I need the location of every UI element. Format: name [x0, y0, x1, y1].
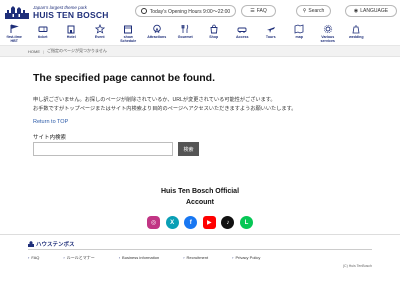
nav-item-map[interactable]: map	[285, 22, 314, 45]
faq-icon: ☰	[250, 8, 255, 14]
chevron-right-icon: ›	[63, 255, 65, 260]
footer-link-business[interactable]: › Business information	[119, 255, 171, 261]
chevron-right-icon: ›	[232, 255, 234, 260]
nav-label: ticket	[38, 35, 48, 39]
ticket-icon	[38, 24, 48, 34]
footer-link-recruitment[interactable]: › Recruitment	[183, 255, 220, 261]
nav-item-ticket[interactable]: ticket	[29, 22, 58, 45]
search-label: Search	[308, 8, 325, 14]
site-search-button[interactable]: 検索	[178, 142, 199, 156]
nav-item-shop[interactable]: Shop	[200, 22, 229, 45]
error-message-line2: お手数ですがトップページまたはサイト内検索より目的のページへアクセスいただきます…	[33, 106, 297, 112]
search-icon: ⚲	[302, 8, 307, 14]
services-icon	[323, 24, 333, 34]
footer-divider	[0, 234, 400, 235]
opening-hours-text: Today's Opening Hours 9:00～22:00	[149, 8, 231, 15]
nav-item-various-services[interactable]: Various services	[314, 22, 343, 45]
official-account-heading: Huis Ten Bosch Official Account	[150, 186, 250, 208]
footer-link-rules[interactable]: › ルールとマナー	[63, 255, 106, 261]
social-links: ◎ X f ▶ ♪ L	[147, 216, 253, 230]
nav-label: map	[295, 35, 303, 39]
youtube-icon[interactable]: ▶	[202, 216, 216, 229]
schedule-icon	[123, 24, 133, 34]
attractions-icon	[152, 24, 162, 34]
nav-label: Tours	[265, 35, 276, 39]
site-search-input[interactable]	[33, 142, 173, 156]
footer-link-label: Business information	[122, 255, 160, 260]
castle-logo-icon	[5, 6, 29, 19]
nav-item-wedding[interactable]: wedding	[342, 22, 371, 45]
footer-link-label: FAQ	[31, 255, 40, 260]
breadcrumb: HOME | ご指定のページが見つかりません	[0, 46, 400, 57]
access-icon	[237, 24, 247, 34]
nav-item-access[interactable]: Access	[228, 22, 257, 45]
footer-link-label: Privacy Policy	[235, 255, 261, 260]
nav-label: first-time HBT	[6, 35, 22, 43]
tours-icon	[266, 24, 276, 34]
nav-label: Hotel	[66, 35, 76, 39]
nav-label: Access	[235, 35, 249, 39]
language-label: LANGUAGE	[360, 8, 389, 14]
facebook-icon[interactable]: f	[184, 216, 198, 229]
chevron-right-icon: ›	[28, 255, 30, 260]
footer-logo-text: ハウステンボス	[36, 242, 75, 248]
shop-icon	[209, 24, 219, 34]
globe-icon: ◉	[353, 8, 359, 14]
chevron-right-icon: ›	[118, 255, 121, 260]
copyright: (C) Huis TenBosch	[342, 264, 372, 268]
footer-logo[interactable]: ハウステンボス	[28, 240, 75, 248]
tiktok-icon[interactable]: ♪	[221, 216, 235, 229]
site-header: Japan's largest theme park HUIS TEN BOSC…	[0, 0, 400, 46]
breadcrumb-current: ご指定のページが見つかりません	[47, 48, 107, 53]
nav-item-attractions[interactable]: Attractions	[143, 22, 172, 45]
nav-item-gourmet[interactable]: Gourmet	[171, 22, 200, 45]
flag-icon	[9, 24, 20, 34]
footer-link-privacy[interactable]: › Privacy Policy	[232, 255, 272, 261]
nav-label: Event	[94, 35, 105, 39]
nav-label: show Schedule	[120, 35, 137, 43]
site-search-label: サイト内検索	[33, 135, 67, 141]
nav-label: Gourmet	[177, 35, 193, 39]
chevron-right-icon: ›	[183, 255, 185, 260]
nav-item-tours[interactable]: Tours	[257, 22, 286, 45]
nav-label: wedding	[348, 35, 364, 39]
faq-label: FAQ	[256, 8, 267, 14]
map-icon	[294, 24, 304, 34]
footer-link-label: Recruitment	[186, 255, 209, 260]
footer-links: › FAQ › ルールとマナー › Business information › Rec…	[28, 255, 284, 261]
page-title: The specified page cannot be found.	[33, 72, 216, 84]
site-logo[interactable]: Japan's largest theme park HUIS TEN BOSC…	[4, 3, 122, 21]
nav-item-first-time[interactable]: first-time HBT	[0, 22, 29, 45]
opening-hours[interactable]: Today's Opening Hours 9:00～22:00	[135, 5, 236, 17]
x-icon[interactable]: X	[165, 216, 179, 229]
nav-item-hotel[interactable]: Hotel	[57, 22, 86, 45]
footer-logo-icon	[28, 241, 34, 247]
breadcrumb-home[interactable]: HOME	[28, 49, 40, 54]
wedding-icon	[351, 24, 361, 34]
nav-label: Shop	[209, 35, 219, 39]
footer-rule	[28, 249, 372, 250]
search-button[interactable]: ⚲ Search	[296, 5, 331, 17]
error-message-line1: 申し訳ございません。お探しのページが削除されているか、URLが変更されている可能…	[33, 97, 276, 103]
main-nav: first-time HBT ticket Hotel Event show S…	[0, 22, 400, 45]
logo-title: HUIS TEN BOSCH	[33, 9, 109, 20]
faq-button[interactable]: ☰ FAQ	[241, 5, 276, 17]
clock-icon	[140, 8, 147, 14]
footer-link-label: ルールとマナー	[66, 255, 95, 260]
breadcrumb-separator: |	[43, 48, 45, 54]
instagram-icon[interactable]: ◎	[147, 216, 160, 229]
nav-label: Various services	[320, 35, 335, 43]
language-button[interactable]: ◉ LANGUAGE	[345, 5, 397, 17]
gourmet-icon	[180, 24, 190, 34]
hotel-icon	[66, 24, 76, 34]
nav-item-show-schedule[interactable]: show Schedule	[114, 22, 143, 45]
footer-link-faq[interactable]: › FAQ	[28, 255, 51, 261]
nav-item-event[interactable]: Event	[86, 22, 115, 45]
nav-label: Attractions	[147, 35, 167, 39]
return-to-top-link[interactable]: Return to TOP	[33, 119, 68, 125]
line-icon[interactable]: L	[239, 216, 253, 229]
event-icon	[94, 24, 105, 34]
official-account-line2: Account	[186, 199, 214, 206]
official-account-line1: Huis Ten Bosch Official	[160, 188, 240, 195]
